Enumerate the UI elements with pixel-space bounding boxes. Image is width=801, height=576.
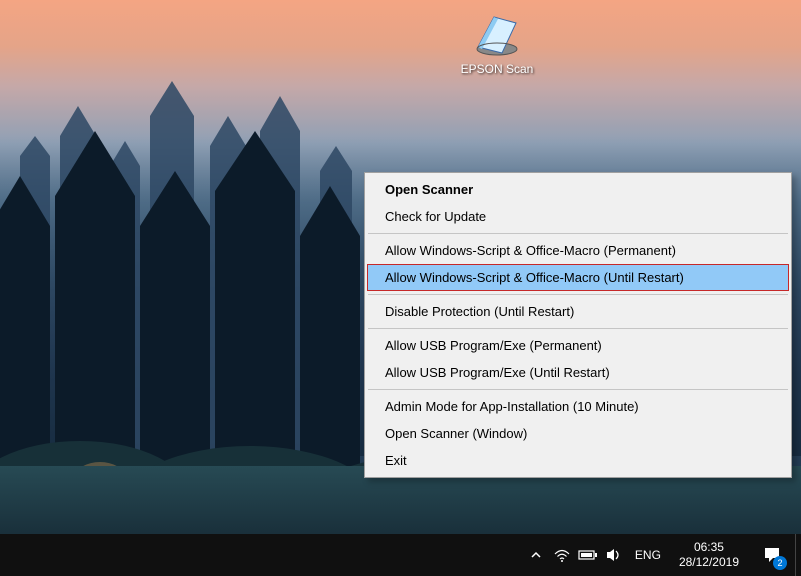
- volume-icon[interactable]: [601, 534, 627, 576]
- menu-item[interactable]: Check for Update: [367, 203, 789, 230]
- battery-icon[interactable]: [575, 534, 601, 576]
- clock-time: 06:35: [679, 540, 739, 555]
- menu-separator: [368, 328, 788, 329]
- notification-badge: 2: [773, 556, 787, 570]
- scanner-icon: [471, 8, 523, 60]
- menu-item[interactable]: Allow Windows-Script & Office-Macro (Per…: [367, 237, 789, 264]
- system-tray: ENG 06:35 28/12/2019 2: [523, 534, 801, 576]
- desktop-icon-epson-scan[interactable]: EPSON Scan: [446, 8, 548, 76]
- wifi-icon[interactable]: [549, 534, 575, 576]
- menu-item[interactable]: Allow USB Program/Exe (Permanent): [367, 332, 789, 359]
- menu-item[interactable]: Admin Mode for App-Installation (10 Minu…: [367, 393, 789, 420]
- context-menu: Open ScannerCheck for Update Allow Window…: [364, 172, 792, 478]
- tray-overflow-chevron[interactable]: [523, 534, 549, 576]
- menu-item[interactable]: Disable Protection (Until Restart): [367, 298, 789, 325]
- menu-separator: [368, 294, 788, 295]
- show-desktop-button[interactable]: [795, 534, 801, 576]
- action-center-icon[interactable]: 2: [749, 534, 795, 576]
- menu-separator: [368, 233, 788, 234]
- menu-item[interactable]: Allow USB Program/Exe (Until Restart): [367, 359, 789, 386]
- menu-item[interactable]: Allow Windows-Script & Office-Macro (Unt…: [367, 264, 789, 291]
- menu-separator: [368, 389, 788, 390]
- desktop-icon-label: EPSON Scan: [446, 62, 548, 76]
- clock-date: 28/12/2019: [679, 555, 739, 570]
- desktop: EPSON Scan Open ScannerCheck for Update A…: [0, 0, 801, 576]
- menu-item[interactable]: Exit: [367, 447, 789, 474]
- taskbar: ENG 06:35 28/12/2019 2: [0, 534, 801, 576]
- menu-item[interactable]: Open Scanner: [367, 176, 789, 203]
- language-indicator[interactable]: ENG: [627, 548, 669, 562]
- menu-item[interactable]: Open Scanner (Window): [367, 420, 789, 447]
- clock[interactable]: 06:35 28/12/2019: [669, 540, 749, 570]
